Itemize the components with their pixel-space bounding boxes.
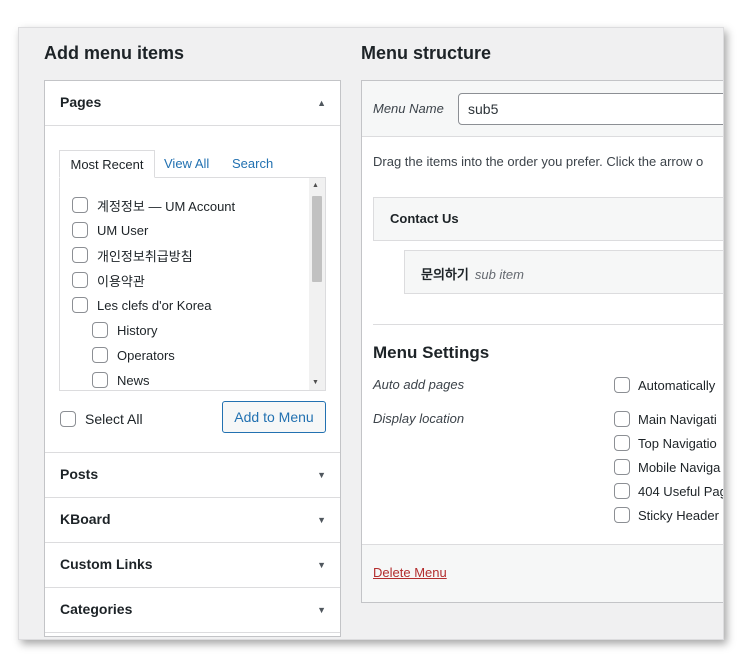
page-label: News [117,372,150,388]
option-label: Automatically [638,377,716,393]
kboard-section-header[interactable]: KBoard ▼ [45,498,340,543]
checkbox[interactable] [614,459,630,475]
list-item[interactable]: UM User [72,219,148,241]
custom-links-section-header[interactable]: Custom Links ▼ [45,543,340,588]
auto-add-option[interactable]: Automatically [614,375,715,395]
menu-item-type: sub item [474,267,524,282]
expand-arrow-icon[interactable]: ▼ [317,515,326,525]
menu-structure-panel: Menu Name sub5 Drag the items into the o… [361,80,724,603]
select-all-checkbox[interactable] [60,411,76,427]
list-item[interactable]: 이용약관 [72,269,145,291]
list-item[interactable]: History [92,319,157,341]
posts-section-header[interactable]: Posts ▼ [45,453,340,498]
list-item[interactable]: Operators [92,344,175,366]
add-menu-items-accordion: Pages ▲ Most Recent View All Search 계정정보… [44,80,341,637]
checkbox[interactable] [614,483,630,499]
location-option[interactable]: Top Navigatio [614,433,717,453]
option-label: Sticky Header [638,507,719,523]
list-item[interactable]: Les clefs d'or Korea [72,294,212,316]
add-to-menu-button[interactable]: Add to Menu [222,401,326,433]
collapse-arrow-icon[interactable]: ▲ [317,98,326,108]
menu-item-title: Contact Us [390,211,459,226]
page-label: History [117,322,158,338]
page-label: 이용약관 [97,273,145,289]
expand-arrow-icon[interactable]: ▼ [317,470,326,480]
checkbox[interactable] [92,372,108,388]
drag-instructions: Drag the items into the order you prefer… [373,154,704,169]
option-label: Top Navigatio [638,435,717,451]
categories-section-header[interactable]: Categories ▼ [45,588,340,633]
checkbox[interactable] [72,297,88,313]
menu-item-contact-us[interactable]: Contact Us [373,197,723,241]
option-label: Main Navigati [638,411,717,427]
page-label: 계정정보 — UM Account [97,198,236,214]
location-option[interactable]: Sticky Header [614,505,719,525]
checkbox[interactable] [72,247,88,263]
menu-name-bar: Menu Name sub5 [362,81,723,137]
list-scrollbar[interactable]: ▲ ▼ [309,178,325,390]
list-item[interactable]: 계정정보 — UM Account [72,194,235,216]
checkbox[interactable] [614,377,630,393]
page-label: UM User [97,222,149,238]
list-item[interactable]: News [92,369,150,390]
checkbox[interactable] [72,197,88,213]
scrollbar-thumb[interactable] [312,196,322,282]
option-label: Mobile Naviga [638,459,721,475]
checkbox[interactable] [72,222,88,238]
menu-item-title: 문의하기 [421,267,469,282]
pages-section-header[interactable]: Pages ▲ [45,81,340,126]
section-title: KBoard [60,511,111,527]
tab-search[interactable]: Search [232,150,273,178]
display-location-label: Display location [373,411,465,426]
menu-footer: Delete Menu [362,544,723,602]
option-label: 404 Useful Pag [638,483,724,499]
location-option[interactable]: 404 Useful Pag [614,481,724,501]
select-all-label: Select All [85,411,143,427]
page-label: Les clefs d'or Korea [97,297,212,313]
auto-add-pages-label: Auto add pages [373,377,465,392]
pages-section-body: Most Recent View All Search 계정정보 — UM Ac… [45,126,340,453]
checkbox[interactable] [614,435,630,451]
pages-checklist: 계정정보 — UM Account UM User 개인정보취급방침 이용약관 … [59,177,326,391]
menu-name-label: Menu Name [373,101,444,116]
location-option[interactable]: Mobile Naviga [614,457,720,477]
expand-arrow-icon[interactable]: ▼ [317,605,326,615]
location-option[interactable]: Main Navigati [614,409,717,429]
pages-section-title: Pages [60,94,102,110]
checkbox[interactable] [92,347,108,363]
menu-structure-title: Menu structure [361,43,492,63]
page-label: 개인정보취급방침 [97,248,193,264]
select-all[interactable]: Select All [60,411,143,427]
delete-menu-link[interactable]: Delete Menu [373,565,447,580]
menu-item-sub[interactable]: 문의하기 sub item [404,250,723,294]
list-item[interactable]: 개인정보취급방침 [72,244,193,266]
checkbox[interactable] [72,272,88,288]
menu-name-input[interactable]: sub5 [458,93,723,125]
section-title: Posts [60,466,99,482]
tab-view-all[interactable]: View All [164,150,209,178]
scroll-up-icon[interactable]: ▲ [312,182,319,189]
scroll-down-icon[interactable]: ▼ [312,379,319,386]
menus-screen: Add menu items Menu structure Pages ▲ Mo… [18,27,724,640]
page-label: Operators [117,347,175,363]
tab-most-recent[interactable]: Most Recent [59,150,155,178]
expand-arrow-icon[interactable]: ▼ [317,560,326,570]
checkbox[interactable] [614,507,630,523]
add-menu-items-title: Add menu items [44,43,185,63]
section-title: Categories [60,601,133,617]
menu-settings-title: Menu Settings [373,343,490,362]
checkbox[interactable] [614,411,630,427]
divider [373,324,723,325]
section-title: Custom Links [60,556,153,572]
checkbox[interactable] [92,322,108,338]
